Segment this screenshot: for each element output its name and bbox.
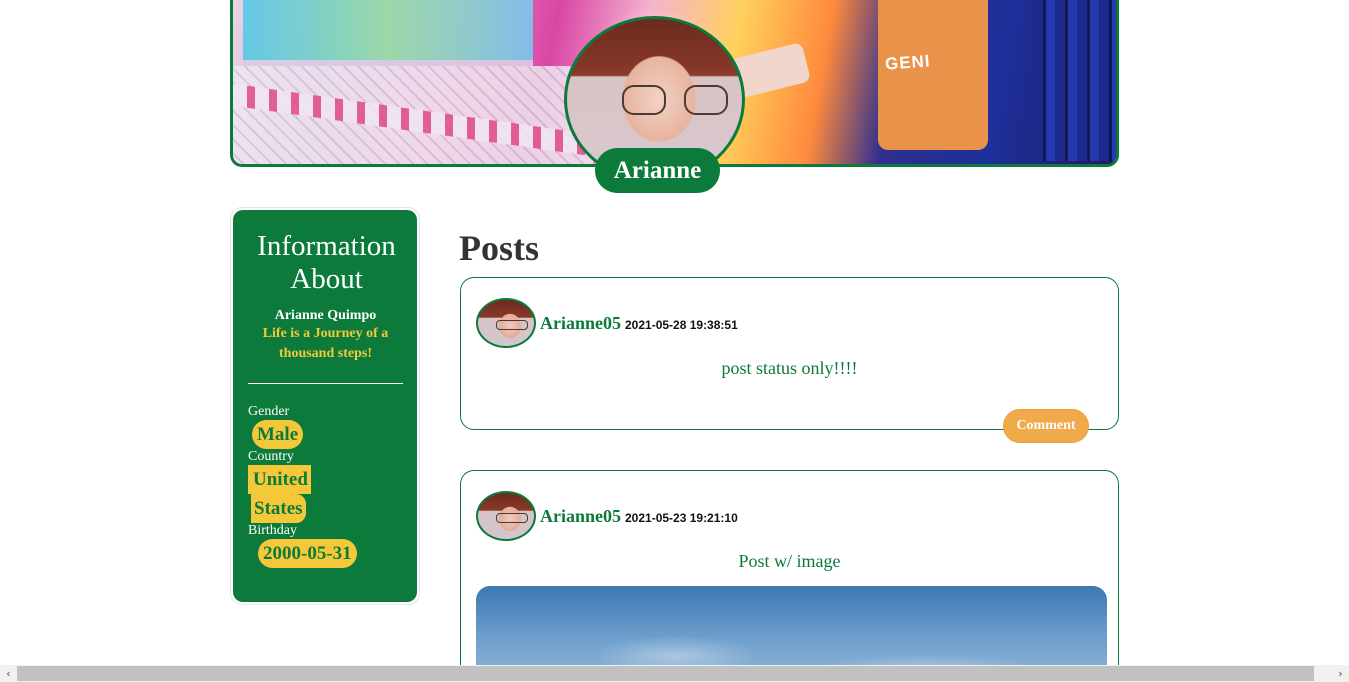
profile-name-badge: Arianne — [595, 148, 720, 193]
birthday-value: 2000-05-31 — [258, 539, 357, 568]
cover-plaid-shirt — [1033, 0, 1116, 161]
glasses-graphic — [622, 85, 742, 115]
scroll-left-arrow-icon[interactable]: ‹ — [0, 665, 17, 682]
country-label: Country — [248, 449, 294, 464]
horizontal-scrollbar[interactable]: ‹ › — [0, 665, 1349, 682]
info-card-body: Information About Arianne Quimpo Life is… — [233, 210, 417, 602]
scroll-right-arrow-icon[interactable]: › — [1332, 665, 1349, 682]
gender-label: Gender — [248, 404, 290, 419]
post-text: Post w/ image — [738, 551, 841, 571]
comment-button[interactable]: Comment — [1003, 409, 1089, 443]
post-timestamp: 2021-05-23 19:21:10 — [625, 510, 738, 525]
posts-title: Posts — [459, 228, 539, 268]
post-header: Arianne05 2021-05-28 19:38:51 — [476, 298, 738, 348]
post-header: Arianne05 2021-05-23 19:21:10 — [476, 491, 738, 541]
gender-value: Male — [252, 420, 304, 449]
info-full-name: Arianne Quimpo — [274, 308, 377, 323]
birthday-label: Birthday — [248, 523, 297, 538]
post-text: post status only!!!! — [721, 358, 858, 378]
info-heading: Information About — [257, 230, 396, 295]
post-card: Arianne05 2021-05-28 19:38:51 post statu… — [460, 277, 1119, 443]
country-value: United — [248, 465, 311, 494]
post-avatar[interactable] — [476, 491, 536, 541]
scrollbar-thumb[interactable] — [17, 666, 1314, 681]
post-timestamp: 2021-05-28 19:38:51 — [625, 317, 738, 332]
info-card: Information About Arianne Quimpo Life is… — [230, 207, 420, 605]
post-username[interactable]: Arianne05 — [540, 313, 621, 334]
cover-tshirt-print: GENI — [884, 51, 932, 74]
cover-arcade-screen — [243, 0, 533, 66]
info-motto: Life is a Journey of a thousand steps! — [262, 326, 389, 361]
country-value-line2: States — [251, 494, 306, 523]
post-username[interactable]: Arianne05 — [540, 506, 621, 527]
info-divider — [248, 383, 403, 384]
cover-tshirt — [878, 0, 988, 150]
post-card: Arianne05 2021-05-23 19:21:10 Post w/ im… — [460, 470, 1119, 682]
post-avatar[interactable] — [476, 298, 536, 348]
